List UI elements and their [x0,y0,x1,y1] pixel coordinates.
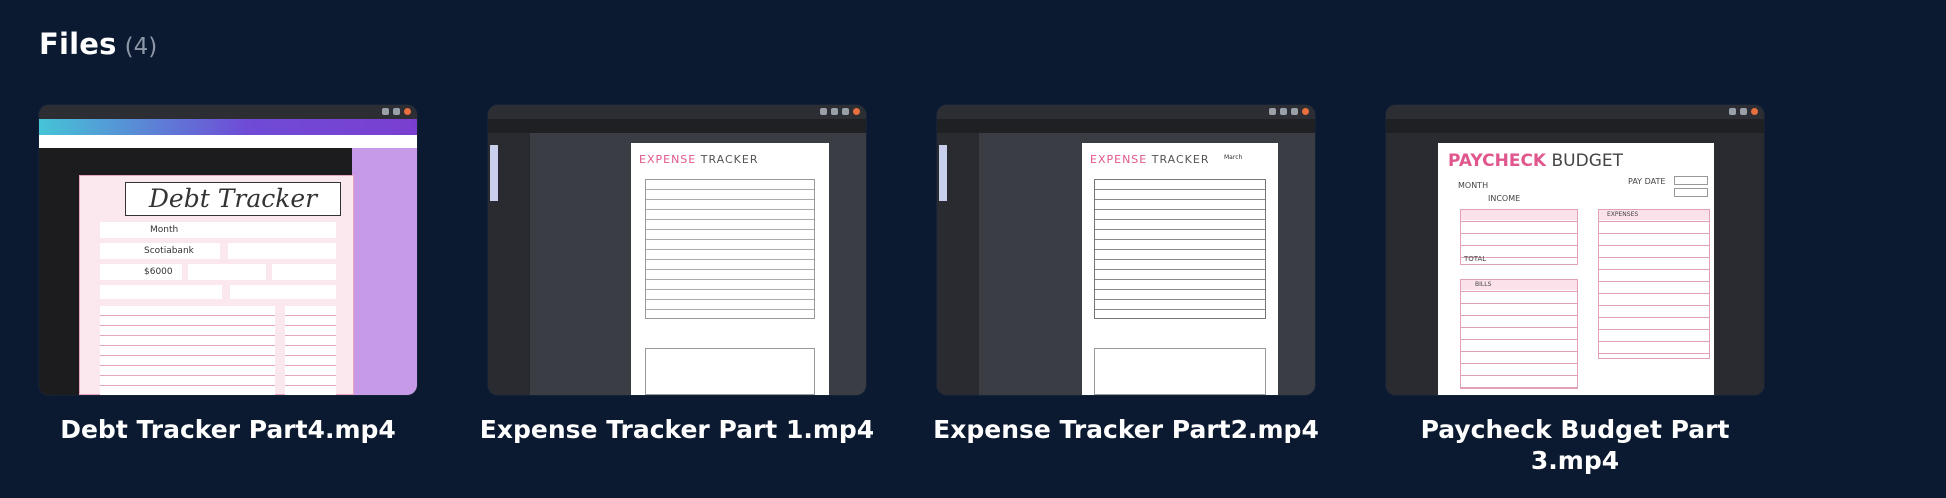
browser-chrome [488,105,866,119]
file-card[interactable]: EXPENSE TRACKER Expense Tracker Part 1.m… [480,105,874,444]
file-name[interactable]: Expense Tracker Part2.mp4 [917,414,1335,445]
expense-table [645,179,815,319]
pdf-toolbar [488,119,866,133]
expense-table [1094,179,1266,319]
browser-chrome [39,105,417,119]
file-count: (4) [124,34,158,60]
file-name[interactable]: Expense Tracker Part 1.mp4 [468,414,886,445]
expense-sheet: EXPENSE TRACKER [631,143,829,395]
expense-sheet: EXPENSE TRACKER March [1082,143,1278,395]
file-name[interactable]: Paycheck Budget Part 3.mp4 [1400,414,1750,476]
browser-chrome [1386,105,1764,119]
video-thumbnail[interactable]: EXPENSE TRACKER [488,105,866,395]
section-title: Files [39,27,117,61]
video-thumbnail[interactable]: EXPENSE TRACKER March [937,105,1315,395]
paycheck-sheet: PAYCHECK BUDGET MONTH PAY DATE INCOME TO… [1438,143,1714,395]
file-card[interactable]: Debt Tracker Month Scotiabank $6000 Debt… [39,105,417,444]
file-card[interactable]: EXPENSE TRACKER March Expense Tracker Pa… [933,105,1319,444]
file-name[interactable]: Debt Tracker Part4.mp4 [19,414,437,445]
file-card[interactable]: PAYCHECK BUDGET MONTH PAY DATE INCOME TO… [1386,105,1764,475]
pdf-toolbar [1386,119,1764,133]
canva-topbar [39,119,417,135]
files-header: Files (4) [39,27,157,61]
video-thumbnail[interactable]: PAYCHECK BUDGET MONTH PAY DATE INCOME TO… [1386,105,1764,395]
browser-chrome [937,105,1315,119]
canva-toolbar [39,135,417,148]
pdf-toolbar [937,119,1315,133]
video-thumbnail[interactable]: Debt Tracker Month Scotiabank $6000 [39,105,417,395]
thumb-title: Debt Tracker [125,182,341,216]
debt-tracker-sheet: Debt Tracker Month Scotiabank $6000 [79,175,354,395]
